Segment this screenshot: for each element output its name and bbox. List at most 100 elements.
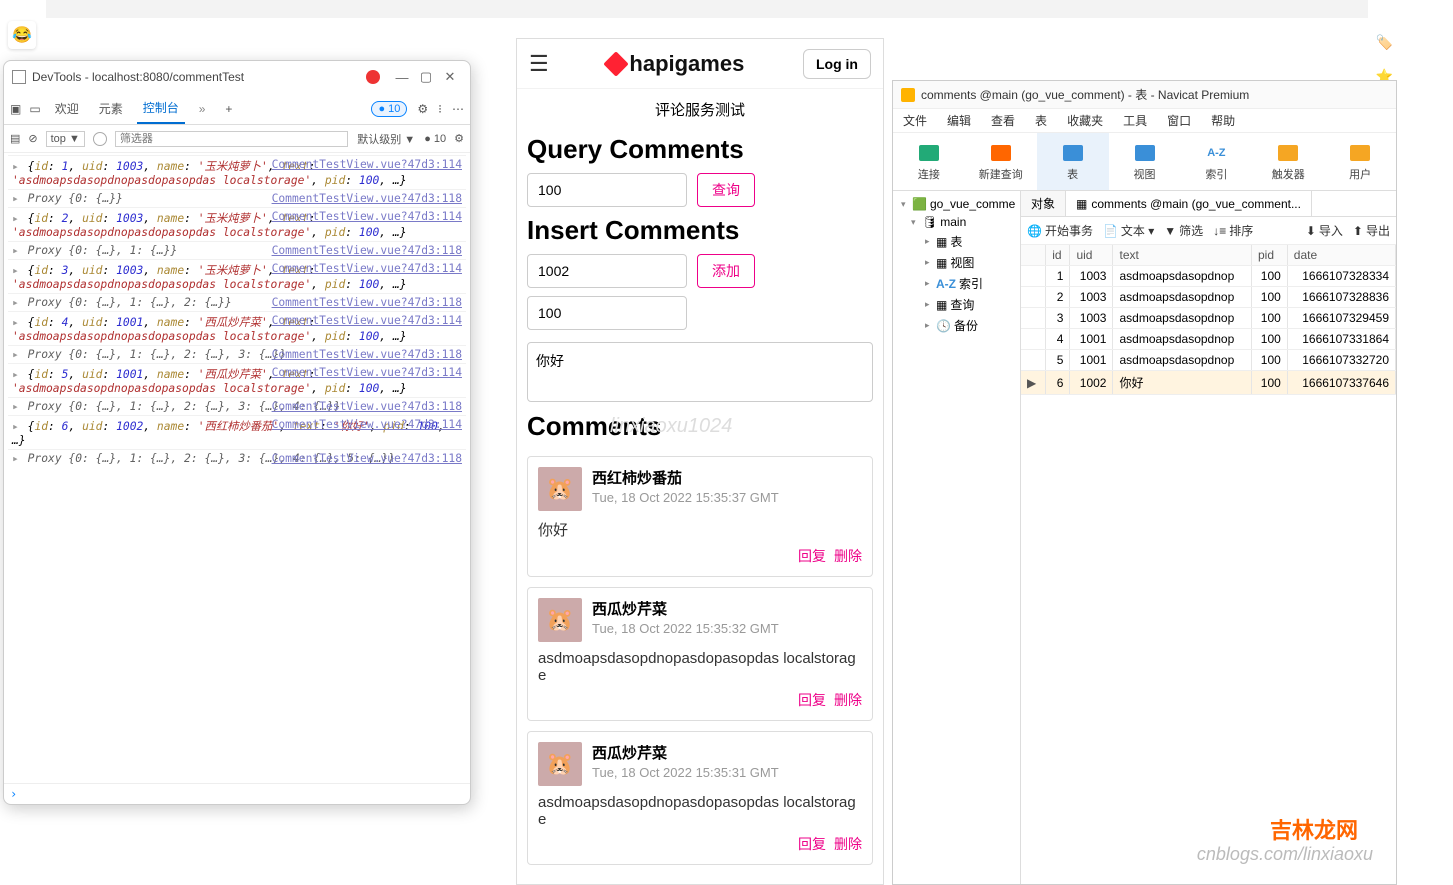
reply-link[interactable]: 回复	[798, 836, 826, 852]
console-log-row[interactable]: CommentTestView.vue?47d3:114▸ {id: 5, ui…	[8, 363, 466, 397]
tree-indexes[interactable]: ▸A-Z 索引	[895, 273, 1018, 294]
console-log-row[interactable]: CommentTestView.vue?47d3:118▸ Proxy {0: …	[8, 241, 466, 259]
tree-tables[interactable]: ▸▦ 表	[895, 231, 1018, 252]
menu-查看[interactable]: 查看	[991, 112, 1015, 129]
menu-收藏夹[interactable]: 收藏夹	[1067, 112, 1103, 129]
table-row[interactable]: 41001asdmoapsdasopdnop1001666107331864	[1021, 329, 1396, 350]
query-pid-input[interactable]	[527, 173, 687, 207]
tag-icon[interactable]: 🏷️	[1376, 34, 1393, 51]
inspect-icon[interactable]: ▣	[10, 102, 21, 116]
close-button[interactable]: ✕	[438, 69, 462, 85]
kebab-icon[interactable]: ⁝	[438, 102, 442, 116]
menu-编辑[interactable]: 编辑	[947, 112, 971, 129]
console-log-row[interactable]: CommentTestView.vue?47d3:114▸ {id: 2, ui…	[8, 207, 466, 241]
issue-badge[interactable]: ● 10	[424, 133, 446, 145]
tree-views[interactable]: ▸▦ 视图	[895, 252, 1018, 273]
context-select[interactable]: top ▼	[46, 131, 85, 147]
tab-comments-table[interactable]: ▦ comments @main (go_vue_comment...	[1066, 191, 1312, 216]
error-badge[interactable]: ● 10	[371, 101, 407, 117]
tool-索引[interactable]: A-Z索引	[1180, 133, 1252, 190]
tool-表[interactable]: 表	[1037, 133, 1109, 190]
gear-icon[interactable]: ⚙	[417, 102, 428, 116]
source-link[interactable]: CommentTestView.vue?47d3:114	[272, 314, 462, 327]
source-link[interactable]: CommentTestView.vue?47d3:118	[272, 244, 462, 257]
console-log-row[interactable]: CommentTestView.vue?47d3:118▸ Proxy {0: …	[8, 293, 466, 311]
text-mode-button[interactable]: 📄 文本 ▾	[1103, 222, 1154, 239]
query-button[interactable]: 查询	[697, 173, 755, 207]
live-expression-icon[interactable]	[93, 132, 107, 146]
console-log-row[interactable]: CommentTestView.vue?47d3:118▸ Proxy {0: …	[8, 397, 466, 415]
table-row[interactable]: 51001asdmoapsdasopdnop1001666107332720	[1021, 350, 1396, 371]
menu-icon[interactable]: ☰	[529, 51, 549, 77]
tab-add[interactable]: +	[219, 96, 238, 122]
filter-input[interactable]	[115, 131, 348, 147]
clear-console-icon[interactable]: ⊘	[28, 132, 37, 145]
navicat-tree[interactable]: ▾🟩 go_vue_comme ▾🛢 main ▸▦ 表 ▸▦ 视图 ▸A-Z …	[893, 191, 1021, 884]
maximize-button[interactable]: ▢	[414, 69, 438, 85]
begin-transaction-button[interactable]: 🌐 开始事务	[1027, 222, 1093, 239]
insert-pid-input[interactable]	[527, 296, 687, 330]
devtools-titlebar[interactable]: DevTools - localhost:8080/commentTest — …	[4, 61, 470, 93]
menu-文件[interactable]: 文件	[903, 112, 927, 129]
app-logo[interactable]: hapigames	[607, 51, 744, 77]
console-log-row[interactable]: CommentTestView.vue?47d3:114▸ {id: 3, ui…	[8, 259, 466, 293]
col-date[interactable]: date	[1287, 245, 1395, 266]
tab-welcome[interactable]: 欢迎	[49, 94, 85, 123]
tool-视图[interactable]: 视图	[1109, 133, 1181, 190]
export-button[interactable]: ⬆ 导出	[1353, 222, 1390, 239]
emoji-toolbar-icon[interactable]: 😂	[8, 21, 36, 49]
console-log-row[interactable]: CommentTestView.vue?47d3:114▸ {id: 6, ui…	[8, 415, 466, 449]
console-log-row[interactable]: CommentTestView.vue?47d3:118▸ Proxy {0: …	[8, 449, 466, 467]
reply-link[interactable]: 回复	[798, 692, 826, 708]
source-link[interactable]: CommentTestView.vue?47d3:118	[272, 348, 462, 361]
table-row[interactable]: 61002你好1001666107337646	[1021, 371, 1396, 395]
settings-icon[interactable]: ⚙	[454, 132, 464, 145]
console-log-row[interactable]: CommentTestView.vue?47d3:118▸ Proxy {0: …	[8, 345, 466, 363]
source-link[interactable]: CommentTestView.vue?47d3:118	[272, 400, 462, 413]
source-link[interactable]: CommentTestView.vue?47d3:114	[272, 262, 462, 275]
table-row[interactable]: 11003asdmoapsdasopdnop1001666107328334	[1021, 266, 1396, 287]
tab-objects[interactable]: 对象	[1021, 191, 1066, 216]
delete-link[interactable]: 删除	[834, 836, 862, 852]
delete-link[interactable]: 删除	[834, 548, 862, 564]
menu-窗口[interactable]: 窗口	[1167, 112, 1191, 129]
import-button[interactable]: ⬇ 导入	[1306, 222, 1343, 239]
source-link[interactable]: CommentTestView.vue?47d3:118	[272, 296, 462, 309]
col-id[interactable]: id	[1046, 245, 1070, 266]
col-uid[interactable]: uid	[1070, 245, 1113, 266]
col-text[interactable]: text	[1113, 245, 1252, 266]
reply-link[interactable]: 回复	[798, 548, 826, 564]
tab-elements[interactable]: 元素	[93, 94, 129, 123]
source-link[interactable]: CommentTestView.vue?47d3:114	[272, 418, 462, 431]
sort-button[interactable]: ↓≡ 排序	[1213, 222, 1253, 239]
data-grid[interactable]: iduidtextpiddate11003asdmoapsdasopdnop10…	[1021, 245, 1396, 884]
more-icon[interactable]: ⋯	[452, 102, 464, 116]
tree-queries[interactable]: ▸▦ 查询	[895, 294, 1018, 315]
insert-uid-input[interactable]	[527, 254, 687, 288]
notification-icon[interactable]	[366, 70, 380, 84]
table-row[interactable]: 31003asdmoapsdasopdnop1001666107329459	[1021, 308, 1396, 329]
table-row[interactable]: 21003asdmoapsdasopdnop1001666107328836	[1021, 287, 1396, 308]
tool-触发器[interactable]: 触发器	[1252, 133, 1324, 190]
delete-link[interactable]: 删除	[834, 692, 862, 708]
filter-button[interactable]: ▼ 筛选	[1164, 222, 1203, 239]
tree-connection[interactable]: ▾🟩 go_vue_comme	[895, 195, 1018, 213]
console-log-row[interactable]: CommentTestView.vue?47d3:118▸ Proxy {0: …	[8, 189, 466, 207]
console-prompt[interactable]: ›	[4, 783, 470, 804]
tree-database[interactable]: ▾🛢 main	[895, 213, 1018, 231]
menu-帮助[interactable]: 帮助	[1211, 112, 1235, 129]
navicat-titlebar[interactable]: comments @main (go_vue_comment) - 表 - Na…	[893, 81, 1396, 109]
console-log-row[interactable]: CommentTestView.vue?47d3:114▸ {id: 4, ui…	[8, 311, 466, 345]
insert-text-input[interactable]	[527, 342, 873, 402]
console-output[interactable]: CommentTestView.vue?47d3:114▸ {id: 1, ui…	[4, 153, 470, 783]
source-link[interactable]: CommentTestView.vue?47d3:114	[272, 210, 462, 223]
minimize-button[interactable]: —	[390, 70, 414, 85]
tool-连接[interactable]: 连接	[893, 133, 965, 190]
console-log-row[interactable]: CommentTestView.vue?47d3:114▸ {id: 1, ui…	[8, 155, 466, 189]
menu-工具[interactable]: 工具	[1123, 112, 1147, 129]
tool-新建查询[interactable]: 新建查询	[965, 133, 1037, 190]
source-link[interactable]: CommentTestView.vue?47d3:118	[272, 192, 462, 205]
sidebar-toggle-icon[interactable]: ▤	[10, 132, 20, 145]
level-select[interactable]: 默认级别 ▼	[356, 130, 416, 148]
source-link[interactable]: CommentTestView.vue?47d3:114	[272, 158, 462, 171]
